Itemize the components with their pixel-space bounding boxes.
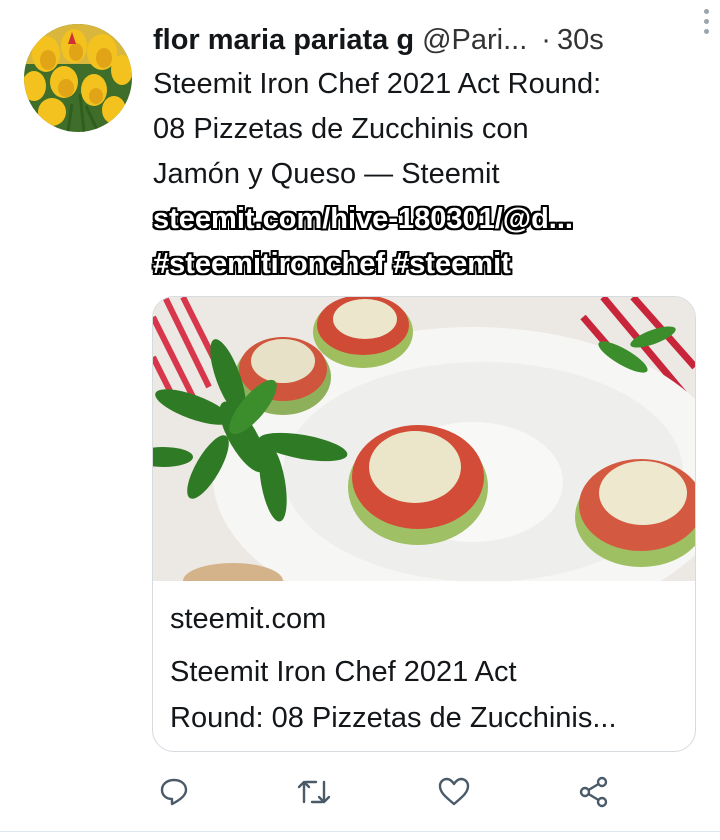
tweet-timestamp[interactable]: 30s	[557, 24, 604, 57]
card-title: Steemit Iron Chef 2021 Act Round: 08 Piz…	[170, 649, 685, 741]
avatar[interactable]	[24, 24, 132, 132]
more-options-icon[interactable]	[694, 6, 718, 36]
tweet-actions	[152, 770, 622, 816]
food-photo-image	[153, 297, 695, 581]
reply-button[interactable]	[152, 770, 196, 814]
author-name[interactable]: flor maria pariata g	[153, 24, 414, 57]
author-handle[interactable]: @Pari...	[422, 24, 527, 57]
card-domain: steemit.com	[170, 603, 327, 635]
tweet-link[interactable]: steemit.com/hive-180301/@d...	[153, 197, 683, 242]
like-icon	[438, 777, 470, 806]
card-title-line: Steemit Iron Chef 2021 Act	[170, 656, 517, 688]
link-preview-card[interactable]: steemit.com Steemit Iron Chef 2021 Act R…	[152, 296, 696, 752]
tweet-text-line: Jamón y Queso — Steemit	[153, 158, 500, 190]
tweet-text-line: 08 Pizzetas de Zucchinis con	[153, 113, 529, 145]
retweet-button[interactable]	[292, 770, 336, 814]
tulip-avatar-image	[24, 24, 132, 132]
tweet-body: Steemit Iron Chef 2021 Act Round: 08 Piz…	[153, 62, 683, 287]
separator-dot: ·	[541, 23, 551, 56]
tweet-header: flor maria pariata g @Pari... · 30s	[153, 18, 693, 62]
like-button[interactable]	[432, 770, 476, 814]
card-title-line: Round: 08 Pizzetas de Zucchinis...	[170, 702, 617, 734]
retweet-icon	[297, 780, 331, 804]
tweet-divider	[0, 831, 720, 832]
tweet-text-line: Steemit Iron Chef 2021 Act Round:	[153, 68, 602, 100]
share-icon	[579, 776, 608, 808]
share-button[interactable]	[572, 770, 616, 814]
card-image[interactable]	[153, 297, 695, 581]
reply-icon	[160, 778, 188, 806]
tweet-hashtags[interactable]: #steemitironchef #steemit	[153, 242, 683, 287]
